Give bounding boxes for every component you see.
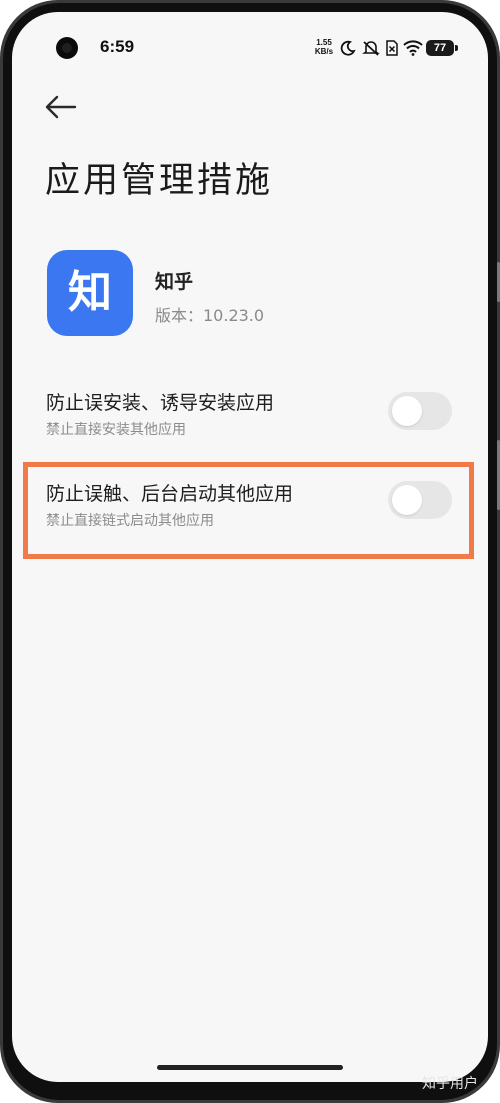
- prevent-install-toggle[interactable]: [388, 392, 452, 430]
- screen: 6:59 1.55 KB/s 77 应用管理措施 知 知乎 版本：10.23.0…: [12, 12, 488, 1082]
- network-speed: 1.55 KB/s: [312, 38, 336, 56]
- battery-tip: [455, 45, 458, 51]
- app-icon-glyph: 知: [68, 267, 112, 318]
- status-time: 6:59: [100, 37, 135, 56]
- watermark: 知乎用户: [422, 1076, 478, 1092]
- network-speed-unit: KB/s: [314, 47, 334, 56]
- highlight-box: [23, 462, 474, 559]
- home-indicator[interactable]: [157, 1065, 343, 1070]
- arrow-left-icon[interactable]: [44, 94, 78, 120]
- toggle-knob: [392, 396, 422, 426]
- app-version: 版本：10.23.0: [155, 306, 265, 325]
- battery-icon: 77: [426, 40, 454, 56]
- page-title: 应用管理措施: [45, 161, 274, 201]
- status-bar: 6:59 1.55 KB/s 77: [12, 12, 488, 72]
- wifi-icon: [403, 40, 423, 56]
- setting-subtitle: 禁止直接安装其他应用: [46, 422, 186, 438]
- setting-title: 防止误安装、诱导安装应用: [46, 392, 275, 414]
- setting-row-prevent-install[interactable]: 防止误安装、诱导安装应用 禁止直接安装其他应用: [12, 388, 488, 464]
- app-name: 知乎: [155, 271, 194, 293]
- moon-icon: [340, 40, 356, 56]
- network-speed-value: 1.55: [316, 38, 332, 47]
- front-camera: [56, 37, 78, 59]
- sim-off-icon: [386, 40, 398, 56]
- app-icon: 知: [47, 250, 133, 336]
- mute-icon: [362, 41, 380, 56]
